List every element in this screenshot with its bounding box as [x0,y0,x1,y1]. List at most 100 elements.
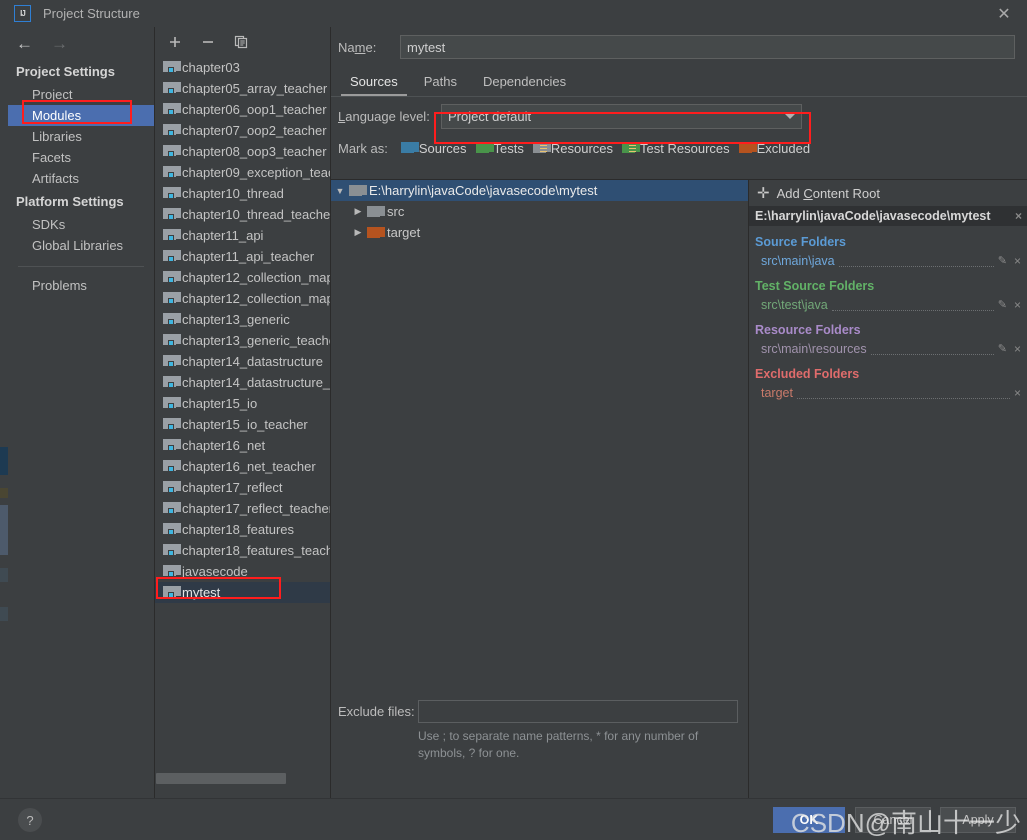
module-list-item[interactable]: chapter15_io_teacher [155,414,330,435]
module-name-input[interactable] [400,35,1015,59]
content-root-tree[interactable]: ▼ E:\harrylin\javaCode\javasecode\mytest ▶… [331,179,749,688]
remove-folder-icon[interactable]: × [1014,298,1021,312]
tab-paths[interactable]: Paths [415,71,466,96]
sidebar-item-project[interactable]: Project [8,84,154,105]
sidebar-item-facets[interactable]: Facets [8,147,154,168]
module-list-item[interactable]: chapter06_oop1_teacher [155,99,330,120]
module-icon [163,145,181,158]
module-list-item[interactable]: chapter12_collection_map [155,267,330,288]
remove-folder-icon[interactable]: × [1014,342,1021,356]
dotted-leader [838,255,994,267]
folder-group-title: Resource Folders [755,323,861,337]
remove-folder-icon[interactable]: × [1014,254,1021,268]
background-sliver [0,488,8,498]
chevron-down-icon[interactable]: ▼ [331,186,349,196]
tab-sources[interactable]: Sources [341,71,407,96]
folder-icon [475,142,494,154]
module-list-item[interactable]: chapter03 [155,57,330,78]
module-list-item[interactable]: chapter16_net_teacher [155,456,330,477]
module-list-item[interactable]: chapter08_oop3_teacher [155,141,330,162]
modules-list[interactable]: chapter03 chapter05_array_teacher chapter0… [155,57,330,798]
module-list-item-label: javasecode [182,564,248,579]
tab-dependencies[interactable]: Dependencies [474,71,575,96]
module-list-item[interactable]: chapter18_features_teacher [155,540,330,561]
module-list-item[interactable]: chapter10_thread [155,183,330,204]
mark-as-excluded-button[interactable]: Excluded [738,141,810,156]
folder-group-title: Source Folders [755,235,846,249]
folder-group-item[interactable]: src\main\resources ✎ × [749,339,1027,358]
module-list-item[interactable]: chapter14_datastructure [155,351,330,372]
module-list-item-label: chapter10_thread_teacher [182,207,330,222]
back-arrow-icon[interactable]: ← [16,35,33,52]
sidebar-item-global-libraries[interactable]: Global Libraries [8,235,154,256]
module-list-item[interactable]: chapter09_exception_teacher [155,162,330,183]
module-list-item[interactable]: chapter16_net [155,435,330,456]
edit-pencil-icon[interactable]: ✎ [998,342,1007,355]
exclude-files-area: Exclude files: Use ; to separate name pa… [331,688,749,798]
module-list-item[interactable]: chapter11_api [155,225,330,246]
content-root-tree-row[interactable]: ▶ src [331,201,748,222]
mark-as-sources-button[interactable]: Sources [400,140,467,156]
remove-module-icon[interactable] [200,34,216,50]
mark-as-tests-button[interactable]: Tests [475,140,524,156]
module-list-item-label: chapter12_collection_map_teacher [182,291,330,306]
chevron-right-icon[interactable]: ▶ [349,206,367,217]
module-list-item[interactable]: chapter05_array_teacher [155,78,330,99]
remove-content-root-icon[interactable]: × [1015,209,1022,223]
forward-arrow-icon[interactable]: → [51,35,68,52]
module-icon [163,271,181,284]
remove-folder-icon[interactable]: × [1014,386,1021,400]
module-list-item[interactable]: chapter07_oop2_teacher [155,120,330,141]
language-level-label: Language level: [338,108,430,124]
settings-nav-sidebar: ← → Project Settings Project Modules Librar… [8,27,155,798]
content-root-config: ✛ Add Content Root E:\harrylin\javaCode\… [749,179,1027,688]
sidebar-item-problems[interactable]: Problems [8,275,154,296]
content-root-tree-row[interactable]: ▶ target [331,222,748,243]
mark-as-test-resources-button[interactable]: Test Resources [622,141,730,156]
edit-pencil-icon[interactable]: ✎ [998,254,1007,267]
close-icon[interactable]: ✕ [981,0,1027,27]
sidebar-item-libraries[interactable]: Libraries [8,126,154,147]
module-list-item[interactable]: chapter11_api_teacher [155,246,330,267]
module-list-item[interactable]: chapter12_collection_map_teacher [155,288,330,309]
module-list-item[interactable]: chapter10_thread_teacher [155,204,330,225]
modules-hscrollbar[interactable] [156,773,328,784]
module-list-item[interactable]: chapter17_reflect_teacher [155,498,330,519]
module-list-item[interactable]: chapter15_io [155,393,330,414]
module-list-item[interactable]: chapter17_reflect [155,477,330,498]
module-list-item[interactable]: chapter14_datastructure_teacher [155,372,330,393]
exclude-files-input[interactable] [418,700,738,723]
sidebar-item-sdks[interactable]: SDKs [8,214,154,235]
module-list-item[interactable]: mytest [155,582,330,603]
add-module-icon[interactable] [167,34,183,50]
mark-as-label-0: Sources [418,140,467,156]
language-level-select[interactable]: Project default [441,103,802,129]
folder-path-label: src\test\java [761,297,828,312]
folder-group-item[interactable]: src\main\java ✎ × [749,251,1027,270]
sidebar-item-artifacts[interactable]: Artifacts [8,168,154,189]
module-list-item[interactable]: javasecode [155,561,330,582]
module-icon [163,523,181,536]
content-root-tree-row[interactable]: ▼ E:\harrylin\javaCode\javasecode\mytest [331,180,748,201]
mark-as-label-1: Tests [493,140,524,156]
sidebar-item-modules[interactable]: Modules [8,105,154,126]
module-icon [163,187,181,200]
chevron-right-icon[interactable]: ▶ [349,227,367,238]
mark-as-resources-button[interactable]: Resources [532,141,613,156]
copy-module-icon[interactable] [233,34,249,50]
module-name-row: Name: [331,27,1027,67]
module-editor-tabs[interactable]: Sources Paths Dependencies [331,67,1027,97]
folder-group-title: Excluded Folders [755,367,860,381]
module-list-item[interactable]: chapter18_features [155,519,330,540]
edit-pencil-icon[interactable]: ✎ [998,298,1007,311]
add-content-root-button[interactable]: ✛ Add Content Root [749,180,1027,206]
folder-group-item[interactable]: src\test\java ✎ × [749,295,1027,314]
module-icon [163,586,181,599]
module-list-item[interactable]: chapter13_generic_teacher [155,330,330,351]
module-icon [163,502,181,515]
module-list-item[interactable]: chapter13_generic [155,309,330,330]
module-icon [163,439,181,452]
help-button[interactable]: ? [18,808,42,832]
folder-group-item[interactable]: target × [749,383,1027,402]
modules-hscrollbar-thumb[interactable] [156,773,286,784]
